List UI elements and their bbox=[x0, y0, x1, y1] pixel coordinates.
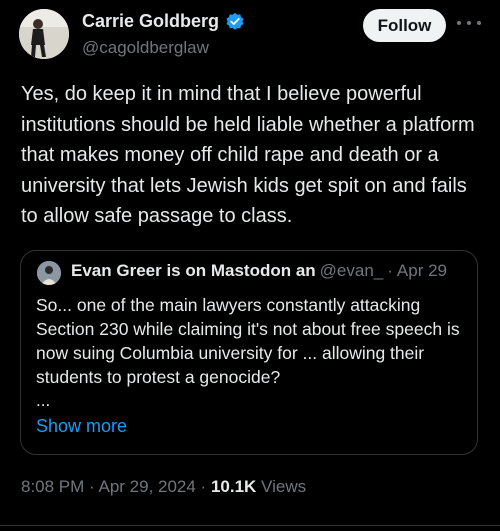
verified-badge-icon bbox=[226, 12, 244, 30]
quoted-author-handle: @evan_ bbox=[319, 261, 384, 280]
show-more-link[interactable]: Show more bbox=[36, 416, 127, 437]
avatar-photo bbox=[19, 9, 69, 59]
quoted-separator: · bbox=[387, 261, 393, 280]
bottom-divider bbox=[0, 525, 500, 526]
quoted-header: Evan Greer is on Mastodon an @evan_ · Ap… bbox=[71, 261, 471, 281]
more-options-icon[interactable] bbox=[457, 16, 481, 30]
author-name-row[interactable]: Carrie Goldberg bbox=[82, 11, 245, 32]
quoted-author-name: Evan Greer is on Mastodon an bbox=[71, 261, 316, 280]
quoted-date: Apr 29 bbox=[396, 261, 448, 280]
views-count: 10.1K bbox=[210, 477, 257, 496]
author-avatar[interactable] bbox=[19, 9, 69, 59]
quoted-text: So... one of the main lawyers constantly… bbox=[36, 295, 460, 387]
quoted-tweet[interactable]: Evan Greer is on Mastodon an @evan_ · Ap… bbox=[20, 250, 478, 455]
author-name[interactable]: Carrie Goldberg bbox=[82, 11, 219, 32]
views-label: Views bbox=[256, 477, 307, 496]
tweet-metadata: 8:08 PM · Apr 29, 2024 · 10.1K Views bbox=[21, 477, 306, 497]
tweet-timestamp[interactable]: 8:08 PM · Apr 29, 2024 · bbox=[21, 477, 211, 496]
author-handle[interactable]: @cagoldberglaw bbox=[82, 38, 209, 58]
quoted-author-avatar bbox=[37, 261, 61, 285]
quoted-ellipsis: ... bbox=[36, 391, 51, 410]
quoted-avatar-photo bbox=[37, 261, 61, 285]
follow-button[interactable]: Follow bbox=[363, 9, 446, 42]
tweet-text: Yes, do keep it in mind that I believe p… bbox=[21, 83, 475, 227]
